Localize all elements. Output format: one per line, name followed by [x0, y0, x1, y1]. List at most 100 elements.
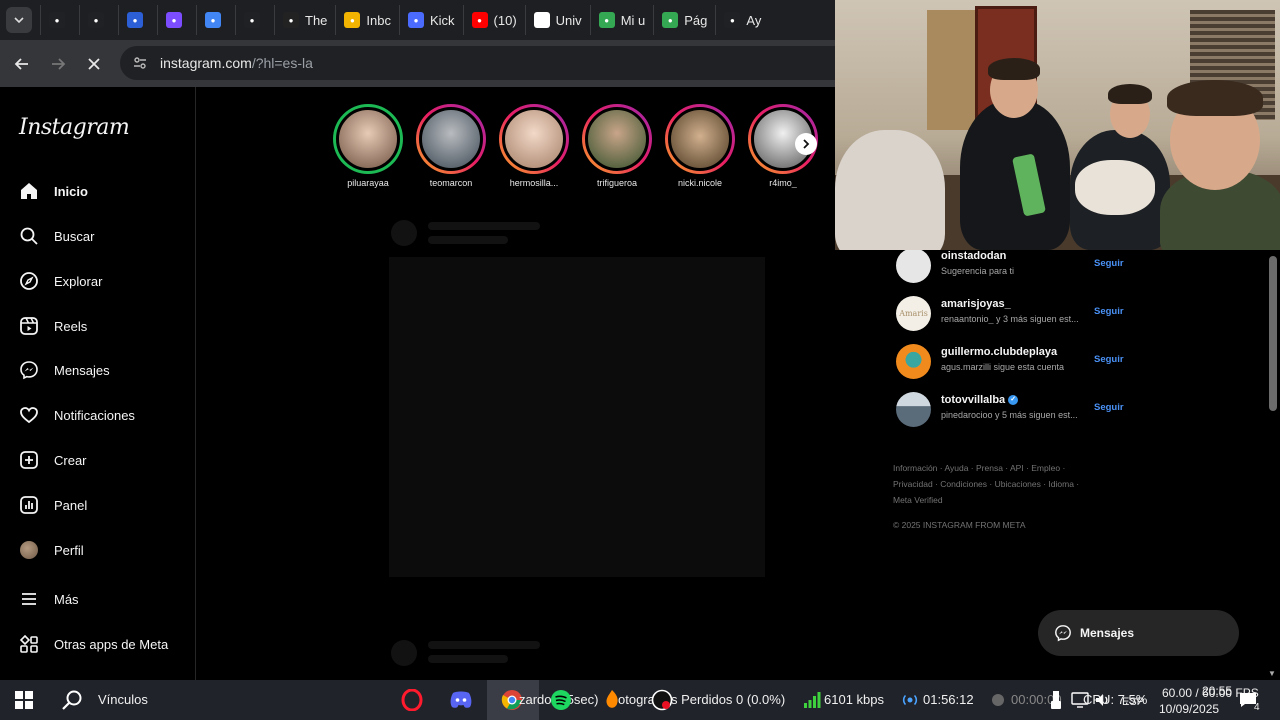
story-item[interactable]: teomarcon — [416, 104, 486, 188]
nav-inicio[interactable]: Inicio — [18, 180, 88, 202]
live-timer: 01:56:12 — [923, 692, 974, 707]
vinculos-toolbar[interactable]: Vínculos — [98, 692, 148, 707]
nav-reels[interactable]: Reels — [18, 315, 87, 337]
suggestion-avatar[interactable] — [896, 392, 931, 427]
language-indicator[interactable]: ESP — [1122, 696, 1144, 708]
clock-date[interactable]: 10/09/2025 — [1159, 702, 1219, 716]
browser-tab[interactable]: ● The — [274, 5, 335, 35]
menu-icon — [18, 588, 40, 610]
follow-button[interactable]: Seguir — [1094, 402, 1124, 413]
messages-button[interactable]: Mensajes — [1038, 610, 1239, 656]
compass-icon — [18, 270, 40, 292]
opera-app[interactable] — [400, 688, 424, 712]
nav-notificaciones[interactable]: Notificaciones — [18, 404, 135, 426]
follow-button[interactable]: Seguir — [1094, 354, 1124, 365]
story-username: nicki.nicole — [677, 178, 723, 188]
story-item[interactable]: hermosilla... — [499, 104, 569, 188]
browser-tab[interactable]: ● Mi u — [589, 5, 654, 35]
suggestion-avatar[interactable] — [896, 344, 931, 379]
meta-apps-icon — [18, 633, 40, 655]
browser-tab[interactable]: ● — [235, 5, 274, 35]
tab-title: (10) — [493, 12, 517, 28]
start-button[interactable] — [12, 688, 36, 712]
browser-tab[interactable]: ● (10) — [462, 5, 525, 35]
story-item[interactable]: nicki.nicole — [665, 104, 735, 188]
nav-label: Notificaciones — [54, 407, 135, 423]
nav-label: Inicio — [54, 183, 88, 199]
follow-button[interactable]: Seguir — [1094, 258, 1124, 269]
suggestion-username[interactable]: amarisjoyas_ — [941, 298, 1011, 310]
browser-tab[interactable]: ● Pág — [653, 5, 715, 35]
clock-time[interactable]: 20:55 — [1202, 684, 1232, 698]
record-dot-icon — [992, 694, 1004, 706]
discord-app[interactable] — [449, 688, 473, 712]
suggestion-avatar[interactable]: Amaris — [896, 296, 931, 331]
nav-mas[interactable]: Más — [18, 588, 79, 610]
story-item[interactable]: trifigueroa — [582, 104, 652, 188]
suggestion-item: Amaris amarisjoyas_ renaantonio_ y 3 más… — [896, 294, 1136, 334]
back-button[interactable] — [4, 46, 40, 82]
story-avatar — [419, 107, 483, 171]
browser-tab[interactable]: ● Univ — [524, 5, 590, 35]
scrollbar-thumb[interactable] — [1269, 256, 1277, 411]
search-icon — [62, 690, 82, 710]
avatar — [18, 539, 40, 561]
nav-crear[interactable]: Crear — [18, 449, 87, 471]
taskbar: Vínculos zardo (15sec) otogra s Perdidos… — [0, 680, 1280, 720]
footer-links-line[interactable]: Meta Verified — [893, 492, 1113, 508]
instagram-logo[interactable]: Instagram — [19, 115, 130, 140]
url-path: /?hl=es-la — [251, 55, 313, 71]
gear-icon: ● — [49, 12, 65, 28]
footer-links-line[interactable]: Información · Ayuda · Prensa · API · Emp… — [893, 460, 1113, 476]
suggestion-username[interactable]: guillermo.clubdeplaya — [941, 346, 1057, 358]
suggestion-item: guillermo.clubdeplaya agus.marzilli sigu… — [896, 342, 1136, 382]
suggestion-username[interactable]: oinstadodan — [941, 250, 1006, 262]
opera-icon — [401, 689, 423, 711]
skeleton-line — [428, 236, 508, 244]
story-item[interactable]: piluarayaa — [333, 104, 403, 188]
spotify-app[interactable] — [549, 688, 573, 712]
browser-tab[interactable]: ● — [118, 5, 157, 35]
messages-label: Mensajes — [1080, 626, 1135, 640]
story-ring — [416, 104, 486, 174]
tab-list: ● ● ● ● ● ● ● The ● Inbc ● Kick ● (10) ● Univ ● Mi u ● Pág ●… — [40, 5, 769, 35]
page-scrollbar[interactable]: ▼ — [1266, 250, 1280, 680]
nav-mensajes[interactable]: Mensajes — [18, 359, 110, 381]
browser-tab[interactable]: ● — [157, 5, 196, 35]
nav-buscar[interactable]: Buscar — [18, 225, 94, 247]
stop-loading-button[interactable] — [76, 46, 112, 82]
browser-tab[interactable]: ● Inbc — [335, 5, 399, 35]
scroll-down-arrow-icon[interactable]: ▼ — [1268, 669, 1276, 678]
discord-icon — [450, 691, 472, 708]
story-username: r4imo_ — [769, 178, 797, 188]
nav-perfil[interactable]: Perfil — [18, 539, 84, 561]
forward-button[interactable] — [40, 46, 76, 82]
suggestion-username[interactable]: totovvillalba ✓ — [941, 394, 1019, 406]
sparkle-icon: ● — [205, 12, 221, 28]
plus-square-icon — [18, 449, 40, 471]
browser-tab[interactable]: ● Kick — [398, 5, 463, 35]
webcam-dog — [1075, 160, 1155, 215]
usb-tray[interactable] — [1044, 688, 1068, 712]
tab-search-button[interactable] — [6, 7, 32, 33]
nav-explorar[interactable]: Explorar — [18, 270, 102, 292]
notification-count: 4 — [1254, 702, 1260, 713]
site-settings-icon[interactable] — [132, 55, 148, 71]
footer-links-line[interactable]: Privacidad · Condiciones · Ubicaciones ·… — [893, 476, 1113, 492]
stories-next-button[interactable] — [795, 133, 817, 155]
univ-icon: ● — [533, 12, 550, 28]
browser-tab[interactable]: ● — [79, 5, 118, 35]
browser-tab[interactable]: ● — [40, 5, 79, 35]
suggestion-item: oinstadodan Sugerencia para ti Seguir — [896, 246, 1136, 286]
browser-tab[interactable]: ● Ay — [715, 5, 769, 35]
nav-label: Otras apps de Meta — [54, 636, 169, 652]
nav-otras-apps-meta[interactable]: Otras apps de Meta — [18, 633, 168, 655]
suggestion-avatar[interactable] — [896, 248, 931, 283]
taskbar-search-button[interactable] — [60, 688, 84, 712]
nav-panel[interactable]: Panel — [18, 494, 87, 516]
tab-title: The — [305, 12, 328, 28]
follow-button[interactable]: Seguir — [1094, 306, 1124, 317]
browser-tab[interactable]: ● — [196, 5, 235, 35]
address-bar[interactable]: instagram.com/?hl=es-la — [120, 46, 840, 80]
arrow-left-icon — [14, 57, 28, 70]
